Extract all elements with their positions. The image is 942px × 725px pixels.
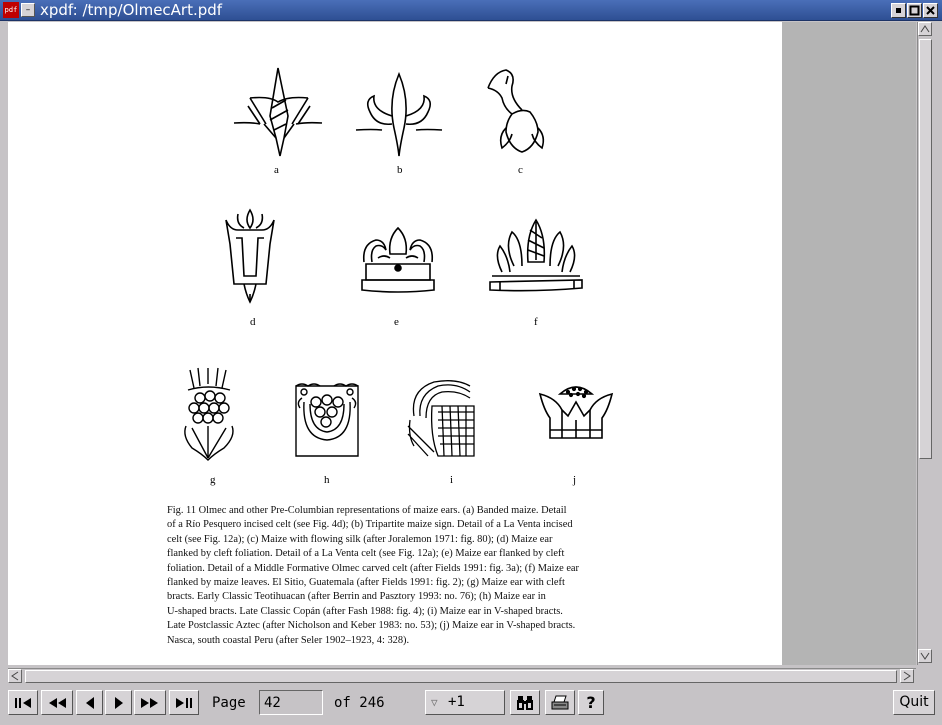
figure-label-f: f: [534, 316, 538, 328]
back-ten-pages-button[interactable]: [41, 690, 73, 715]
figure-label-d: d: [250, 316, 256, 328]
next-icon: [114, 697, 123, 709]
zoom-value: +1: [448, 694, 465, 710]
arrow-left-icon: [11, 671, 19, 681]
binoculars-icon: [517, 696, 533, 710]
previous-page-button[interactable]: [76, 690, 103, 715]
maize-figure-h: [295, 383, 359, 457]
figure-label-j: j: [573, 474, 577, 486]
page-count-label: of 246: [334, 695, 385, 711]
maize-figure-d: [225, 208, 275, 304]
minimize-icon: [896, 8, 901, 13]
document-viewport[interactable]: a b c d e f g h i j Fig. 11 Olmec and ot…: [8, 22, 916, 665]
last-page-icon: [176, 698, 192, 708]
maize-figure-e: [361, 226, 435, 293]
help-button[interactable]: ?: [578, 690, 604, 715]
maize-figure-g: [184, 367, 234, 461]
print-button[interactable]: [545, 690, 575, 715]
arrow-down-icon: [920, 652, 930, 660]
arrow-up-icon: [920, 25, 930, 33]
xpdf-window: pdf – xpdf: /tmp/OlmecArt.pdf a b c d e …: [0, 0, 942, 725]
vertical-scrollbar[interactable]: [917, 22, 933, 665]
caption-line: Nasca, south coastal Peru (after Seler 1…: [167, 634, 410, 646]
page-number-input[interactable]: [259, 690, 323, 715]
maize-figure-c: [487, 69, 545, 153]
forward-ten-pages-button[interactable]: [134, 690, 166, 715]
fast-backward-icon: [49, 698, 66, 708]
maize-figure-a: [233, 67, 323, 157]
fast-forward-icon: [141, 698, 158, 708]
last-page-button[interactable]: [169, 690, 199, 715]
caption-line: Fig. 11 Olmec and other Pre-Columbian re…: [167, 505, 567, 516]
caption-line: U-shaped bracts. Late Classic Copán (aft…: [167, 605, 563, 617]
scroll-up-button[interactable]: [918, 22, 932, 36]
window-menu-button[interactable]: –: [21, 3, 35, 17]
figure-label-i: i: [450, 474, 454, 486]
close-icon: [926, 6, 935, 15]
minimize-button[interactable]: [891, 3, 906, 18]
scroll-right-button[interactable]: [900, 669, 914, 683]
first-page-button[interactable]: [8, 690, 38, 715]
figure-label-a: a: [274, 164, 279, 176]
close-button[interactable]: [923, 3, 938, 18]
caption-line: celt (see Fig. 12a); (c) Maize with flow…: [167, 533, 553, 545]
maximize-icon: [909, 5, 920, 16]
previous-icon: [85, 697, 94, 709]
caption-line: flanked by maize leaves. El Sitio, Guate…: [167, 577, 565, 589]
page-label: Page: [212, 695, 246, 711]
status-strip: [0, 718, 942, 725]
arrow-right-icon: [903, 671, 911, 681]
zoom-select[interactable]: ▽ +1: [425, 690, 505, 715]
caption-line: foliation. Detail of a Middle Formative …: [167, 562, 580, 574]
bottom-toolbar: Page of 246 ▽ +1 ? Quit: [0, 688, 942, 718]
window-title: xpdf: /tmp/OlmecArt.pdf: [40, 1, 223, 19]
caption-line: of a Río Pesquero incised celt (see Fig.…: [167, 519, 573, 531]
chevron-down-icon: ▽: [431, 696, 438, 709]
figure-caption: Fig. 11 Olmec and other Pre-Columbian re…: [167, 504, 637, 648]
xpdf-app-icon[interactable]: pdf: [3, 2, 19, 18]
figure-label-c: c: [518, 164, 523, 176]
horizontal-scrollbar[interactable]: [8, 668, 916, 684]
pdf-page: a b c d e f g h i j Fig. 11 Olmec and ot…: [8, 22, 782, 665]
scroll-down-button[interactable]: [918, 649, 932, 663]
title-bar[interactable]: pdf – xpdf: /tmp/OlmecArt.pdf: [0, 0, 942, 21]
figure-label-e: e: [394, 316, 399, 328]
maize-figure-i: [407, 380, 475, 457]
scroll-left-button[interactable]: [8, 669, 22, 683]
maize-figure-f: [489, 218, 583, 292]
figure-label-b: b: [397, 164, 403, 176]
find-button[interactable]: [510, 690, 540, 715]
vertical-scroll-thumb[interactable]: [919, 39, 932, 459]
maize-figure-j: [538, 386, 614, 439]
next-page-button[interactable]: [105, 690, 132, 715]
maximize-button[interactable]: [907, 3, 922, 18]
figure-label-g: g: [210, 474, 216, 486]
caption-line: bracts. Early Classic Teotihuacan (after…: [167, 591, 546, 603]
quit-button[interactable]: Quit: [893, 690, 935, 715]
horizontal-scroll-thumb[interactable]: [25, 670, 897, 683]
printer-icon: [551, 695, 569, 710]
maize-figure-b: [355, 72, 443, 157]
caption-line: Late Postclassic Aztec (after Nicholson …: [167, 620, 576, 632]
figure-label-h: h: [324, 474, 330, 486]
caption-line: flanked by cleft foliation. Detail of a …: [167, 548, 565, 560]
first-page-icon: [15, 698, 31, 708]
